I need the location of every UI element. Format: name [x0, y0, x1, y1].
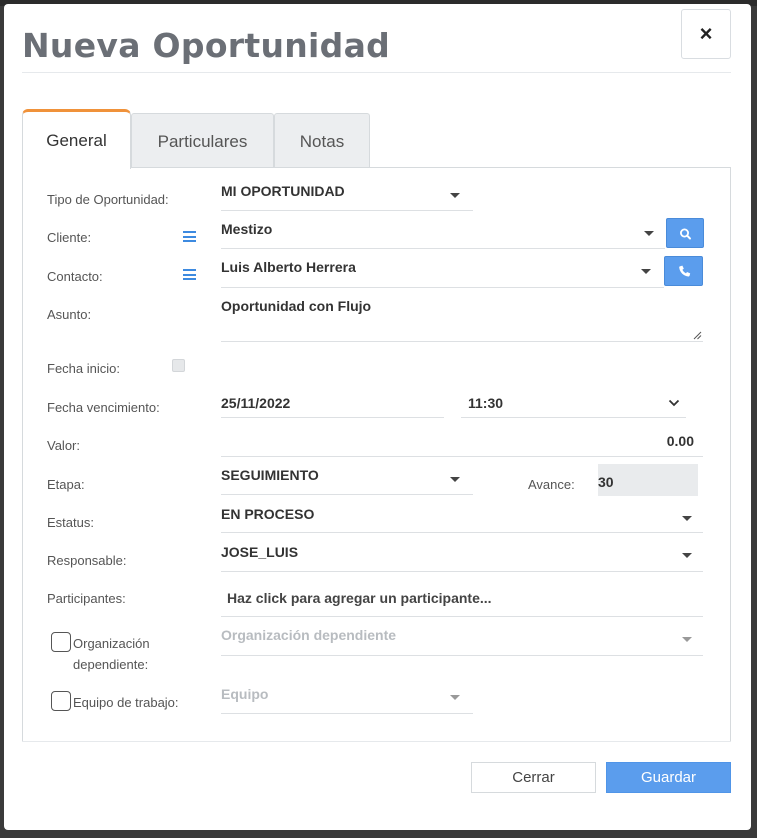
tipo-label: Tipo de Oportunidad:: [47, 192, 169, 207]
contacto-phone-button[interactable]: [664, 256, 703, 286]
equipo-label: Equipo de trabajo:: [73, 695, 179, 710]
contacto-chevron-down-icon: [641, 269, 651, 274]
equipo-select[interactable]: Equipo: [221, 686, 268, 702]
organizacion-checkbox[interactable]: [51, 632, 71, 652]
cliente-search-button[interactable]: [666, 218, 704, 248]
equipo-chevron-down-icon: [450, 695, 460, 700]
responsable-chevron-down-icon: [682, 553, 692, 558]
equipo-checkbox[interactable]: [51, 691, 71, 711]
responsable-underline: [221, 571, 703, 572]
cliente-chevron-down-icon: [644, 231, 654, 236]
valor-input[interactable]: 0.00: [644, 433, 694, 449]
cliente-list-icon[interactable]: [183, 231, 196, 242]
asunto-label: Asunto:: [47, 307, 92, 322]
organizacion-chevron-down-icon: [682, 637, 692, 642]
cliente-underline: [221, 248, 665, 249]
avance-value: 30: [598, 474, 614, 490]
tab-general[interactable]: General: [22, 109, 131, 169]
close-button[interactable]: ×: [681, 9, 731, 59]
etapa-chevron-down-icon: [450, 477, 460, 482]
resize-handle-icon[interactable]: [692, 330, 702, 340]
asunto-textarea[interactable]: Oportunidad con Flujo: [221, 298, 371, 314]
etapa-underline: [221, 494, 473, 495]
valor-label: Valor:: [47, 438, 80, 453]
search-icon: [679, 228, 691, 240]
tipo-underline: [221, 210, 473, 211]
tipo-chevron-down-icon: [450, 193, 460, 198]
header-divider: [22, 72, 731, 73]
tipo-select[interactable]: MI OPORTUNIDAD: [221, 183, 345, 199]
save-button[interactable]: Guardar: [606, 762, 731, 793]
etapa-label: Etapa:: [47, 477, 85, 492]
new-opportunity-modal: Nueva Oportunidad × General Particulares…: [4, 4, 751, 830]
participantes-input[interactable]: Haz click para agregar un participante..…: [227, 590, 492, 606]
fecha-vencimiento-date-input[interactable]: 25/11/2022: [221, 395, 290, 411]
time-chevron-down-icon: [668, 399, 680, 407]
participantes-label: Participantes:: [47, 591, 126, 606]
etapa-select[interactable]: SEGUIMIENTO: [221, 467, 319, 483]
organizacion-label-line1: Organización: [73, 636, 150, 651]
cancel-button[interactable]: Cerrar: [471, 762, 596, 793]
cliente-select[interactable]: Mestizo: [221, 221, 272, 237]
contacto-underline: [221, 287, 664, 288]
organizacion-select[interactable]: Organización dependiente: [221, 627, 396, 643]
participantes-underline: [221, 616, 703, 617]
estatus-chevron-down-icon: [682, 516, 692, 521]
phone-icon: [679, 265, 691, 277]
footer-divider: [22, 741, 731, 742]
fecha-inicio-checkbox[interactable]: [172, 359, 185, 372]
estatus-select[interactable]: EN PROCESO: [221, 506, 314, 522]
responsable-select[interactable]: JOSE_LUIS: [221, 544, 298, 560]
time-underline: [461, 417, 686, 418]
cliente-label: Cliente:: [47, 230, 92, 245]
tab-particulares[interactable]: Particulares: [131, 113, 274, 172]
tab-notas[interactable]: Notas: [274, 113, 370, 172]
fecha-inicio-label: Fecha inicio:: [47, 361, 120, 376]
date-underline: [221, 417, 444, 418]
avance-label: Avance:: [528, 477, 575, 492]
modal-title: Nueva Oportunidad: [22, 26, 391, 65]
equipo-underline: [221, 713, 473, 714]
contacto-label: Contacto:: [47, 269, 103, 284]
contacto-list-icon[interactable]: [183, 269, 196, 280]
organizacion-underline: [221, 655, 703, 656]
fecha-vencimiento-label: Fecha vencimiento:: [47, 400, 160, 415]
fecha-vencimiento-time-select[interactable]: 11:30: [468, 395, 503, 411]
valor-underline: [221, 456, 703, 457]
responsable-label: Responsable:: [47, 553, 127, 568]
estatus-label: Estatus:: [47, 515, 94, 530]
organizacion-label-line2: dependiente:: [73, 657, 149, 672]
asunto-underline: [221, 341, 703, 342]
estatus-underline: [221, 532, 703, 533]
contacto-select[interactable]: Luis Alberto Herrera: [221, 259, 356, 275]
